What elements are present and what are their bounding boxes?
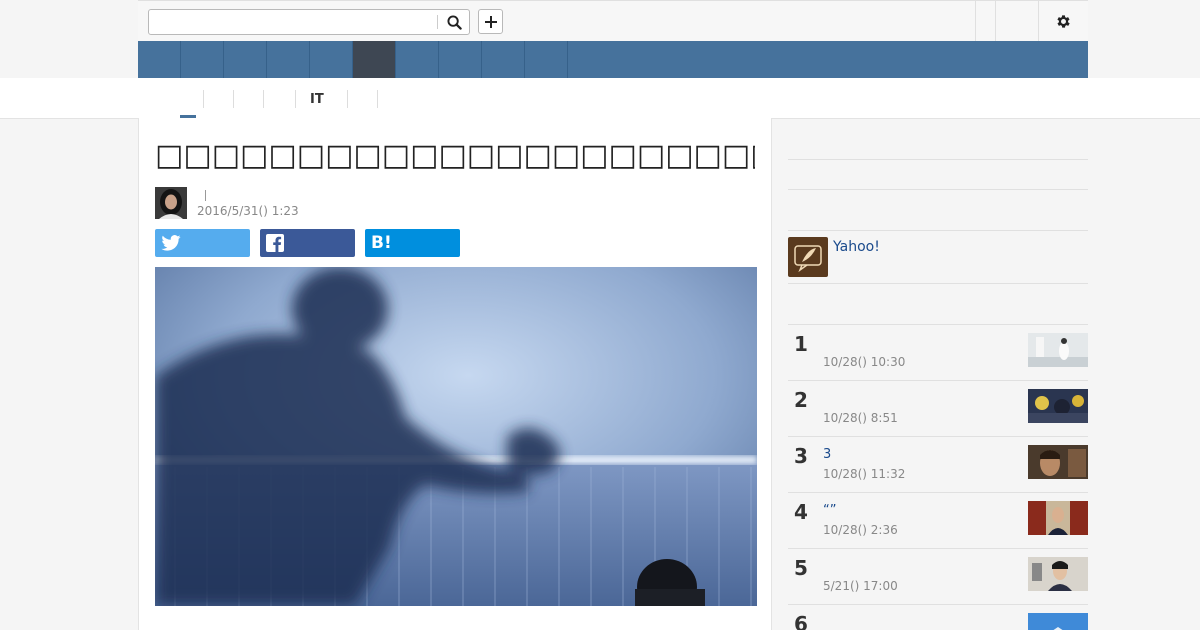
nav-item-2[interactable] (181, 41, 224, 78)
rank-number: 1 (794, 332, 808, 356)
add-button[interactable] (478, 9, 503, 34)
ranking-list: 1 10/28() 10:30 2 10/28() 8:51 3 3 10/28… (788, 324, 1088, 630)
subnav-item-6[interactable] (347, 90, 377, 108)
sidebar: Yahoo! 1 10/28() 10:30 2 10/28() 8:51 3 … (788, 118, 1088, 630)
rank-thumbnail[interactable] (1028, 557, 1088, 591)
nav-item-5[interactable] (310, 41, 353, 78)
category-nav (138, 41, 1088, 78)
rank-number: 5 (794, 556, 808, 580)
rank-thumbnail[interactable] (1028, 501, 1088, 535)
yahoo-news-icon[interactable] (788, 237, 828, 277)
article-main: □□□□□□□□□□□□□□□□□□□□□□□□□□□□□□□□□□□□□□□ … (138, 118, 772, 630)
subnav-item-2[interactable] (203, 90, 233, 108)
plus-icon (484, 15, 497, 28)
nav-item-9[interactable] (482, 41, 525, 78)
article-date: 2016/5/31() 1:23 (197, 204, 299, 218)
twitter-share-button[interactable] (155, 229, 250, 257)
nav-item-1[interactable] (138, 41, 181, 78)
rank-thumbnail[interactable] (1028, 333, 1088, 367)
ranking-item[interactable]: 1 10/28() 10:30 (788, 324, 1088, 380)
yahoo-link[interactable]: Yahoo! (833, 239, 880, 255)
rank-time: 10/28() 8:51 (823, 411, 898, 425)
nav-item-6-active[interactable] (353, 41, 396, 78)
nav-item-10[interactable] (525, 41, 568, 78)
nav-item-8[interactable] (439, 41, 482, 78)
sidebar-divider-1 (788, 159, 1088, 160)
search-input[interactable] (149, 10, 437, 34)
rank-time: 5/21() 17:00 (823, 579, 898, 593)
facebook-share-button[interactable] (260, 229, 355, 257)
gear-icon (1057, 14, 1070, 28)
article-hero-image (155, 267, 757, 606)
rank-time: 10/28() 2:36 (823, 523, 898, 537)
search-divider (437, 15, 438, 29)
author-avatar[interactable] (155, 187, 187, 219)
rank-number: 6 (794, 612, 808, 630)
sidebar-divider-2 (788, 189, 1088, 190)
ranking-item[interactable]: 4 “” 10/28() 2:36 (788, 492, 1088, 548)
facebook-icon (266, 234, 284, 252)
ranking-item[interactable]: 6 (788, 604, 1088, 630)
header-slot-2[interactable] (995, 1, 1038, 41)
subnav-item-4[interactable] (263, 90, 295, 108)
nav-item-7[interactable] (396, 41, 439, 78)
rank-number: 2 (794, 388, 808, 412)
ranking-item[interactable]: 2 10/28() 8:51 (788, 380, 1088, 436)
sidebar-divider-3 (788, 230, 1088, 231)
rank-title[interactable]: 3 (823, 447, 831, 462)
ranking-item[interactable]: 3 3 10/28() 11:32 (788, 436, 1088, 492)
rank-thumbnail[interactable] (1028, 445, 1088, 479)
rank-time: 10/28() 10:30 (823, 355, 906, 369)
twitter-icon (161, 235, 181, 251)
subnav-item-7[interactable] (377, 90, 407, 108)
subnav-item-3[interactable] (233, 90, 263, 108)
subnav: IT (173, 90, 407, 108)
rank-title[interactable]: “” (823, 503, 836, 518)
rank-number: 4 (794, 500, 808, 524)
author-divider (205, 190, 206, 201)
rank-number: 3 (794, 444, 808, 468)
nav-item-4[interactable] (267, 41, 310, 78)
rank-time: 10/28() 11:32 (823, 467, 906, 481)
hatena-bookmark-button[interactable]: B! (365, 229, 460, 257)
hatena-bookmark-icon: B! (371, 233, 392, 253)
rank-thumbnail[interactable] (1028, 389, 1088, 423)
nav-item-3[interactable] (224, 41, 267, 78)
search-box (148, 9, 470, 35)
search-icon (446, 14, 462, 30)
search-button[interactable] (443, 12, 465, 32)
ranking-item[interactable]: 5 5/21() 17:00 (788, 548, 1088, 604)
top-header (138, 0, 1088, 41)
rank-thumbnail[interactable] (1028, 613, 1088, 630)
subnav-item-it[interactable]: IT (295, 90, 347, 108)
settings-button[interactable] (1038, 1, 1088, 41)
subnav-item-1[interactable] (173, 90, 203, 108)
sidebar-divider-4 (788, 283, 1088, 284)
article-title: □□□□□□□□□□□□□□□□□□□□□□□□□□□□□□□□□□□□□□□ (155, 138, 755, 173)
header-slot-1[interactable] (975, 1, 995, 41)
